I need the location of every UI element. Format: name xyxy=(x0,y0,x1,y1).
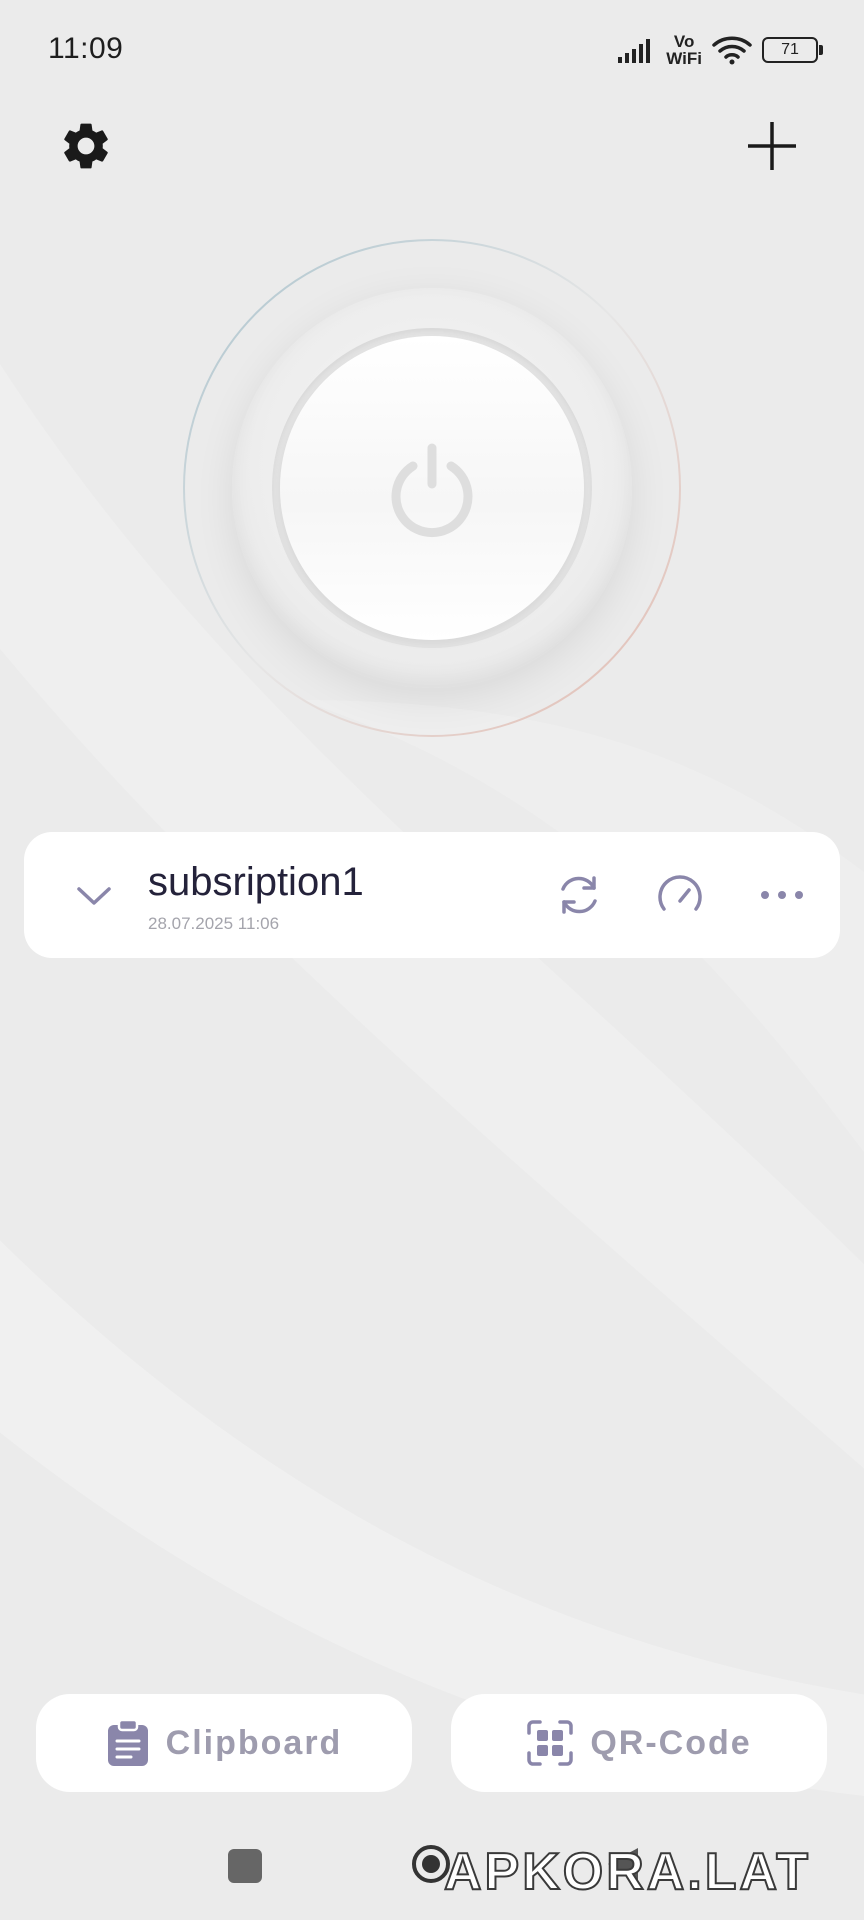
clipboard-icon xyxy=(107,1719,148,1766)
power-icon xyxy=(391,443,473,538)
gear-icon xyxy=(64,123,108,169)
status-icons: Vo WiFi 71 xyxy=(618,30,823,70)
speed-test-button[interactable] xyxy=(651,866,709,924)
subscription-date: 28.07.2025 11:06 xyxy=(148,914,280,933)
clipboard-button[interactable]: Clipboard xyxy=(36,1694,412,1792)
status-time: 11:09 xyxy=(48,32,124,65)
battery-icon: 71 xyxy=(762,37,823,63)
qr-scan-icon xyxy=(527,1720,574,1766)
clipboard-label: Clipboard xyxy=(165,1723,343,1762)
vowifi-icon: Vo WiFi xyxy=(666,33,702,67)
chevron-down-icon xyxy=(77,887,111,905)
qr-code-button[interactable]: QR-Code xyxy=(451,1694,827,1792)
add-button[interactable] xyxy=(740,114,804,178)
refresh-button[interactable] xyxy=(550,866,608,924)
expand-button[interactable] xyxy=(70,872,118,920)
vowifi-vo: Vo xyxy=(673,32,695,51)
subscription-card[interactable]: subsription1 28.07.2025 11:06 xyxy=(24,832,840,958)
recent-apps-button[interactable] xyxy=(228,1849,262,1883)
signal-icon xyxy=(618,39,651,63)
power-control xyxy=(182,238,682,738)
battery-level: 71 xyxy=(781,41,799,58)
plus-icon xyxy=(748,122,796,170)
power-button[interactable] xyxy=(280,336,584,640)
refresh-icon xyxy=(561,876,597,914)
watermark: APKORA.LAT xyxy=(443,1842,812,1902)
wifi-icon xyxy=(712,36,752,65)
qr-code-label: QR-Code xyxy=(590,1723,752,1762)
settings-button[interactable] xyxy=(54,114,118,178)
more-options-button[interactable] xyxy=(753,866,811,924)
vowifi-wifi: WiFi xyxy=(666,49,702,68)
speedometer-icon xyxy=(658,875,702,911)
subscription-title: subsription1 xyxy=(148,860,364,904)
more-icon xyxy=(761,891,803,899)
